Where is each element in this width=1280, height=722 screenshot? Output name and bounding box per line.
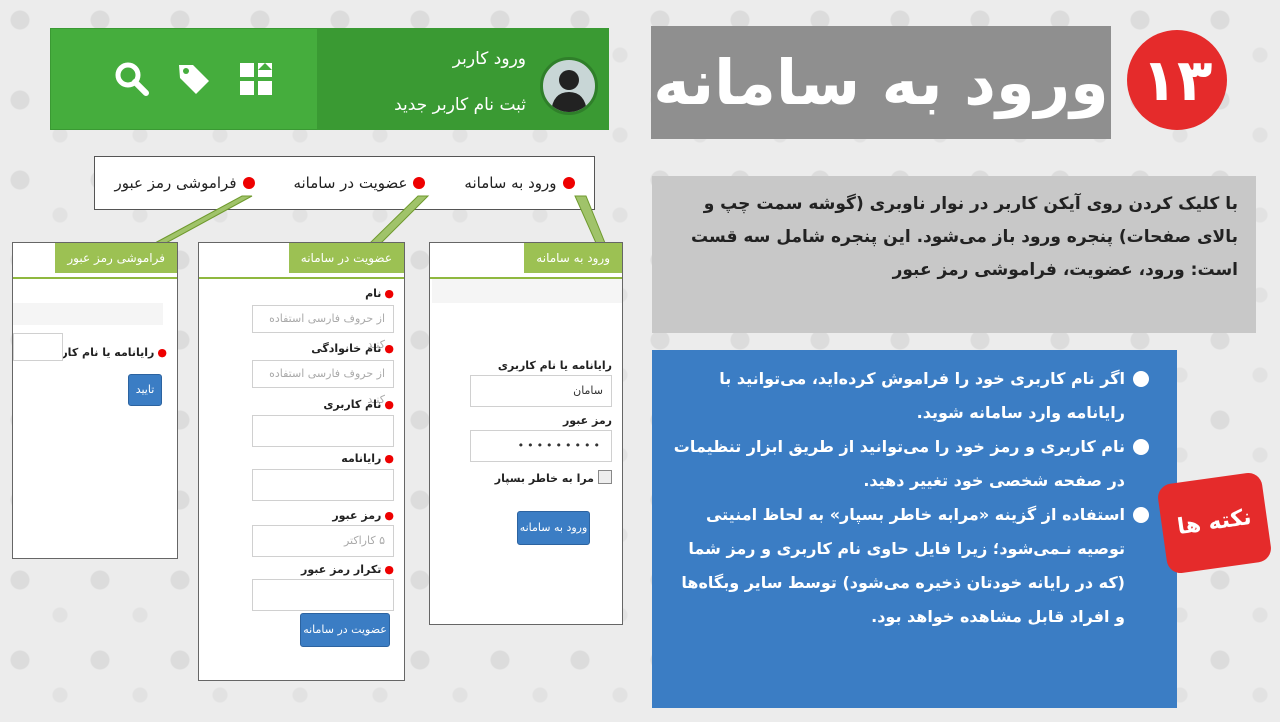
login-password-label: رمز عبور [562, 414, 612, 427]
register-email-label: رایانامه [341, 452, 382, 465]
register-family-label: نام خانوادگی [311, 342, 382, 355]
menu-item-register[interactable]: عضویت در سامانه [293, 174, 426, 192]
remember-checkbox[interactable] [598, 470, 612, 484]
note-item: اگر نام کاربری خود را فراموش کرده‌اید، م… [672, 362, 1149, 430]
login-panel: ورود به سامانه رایانامه یا نام کاربری سا… [429, 242, 623, 625]
user-section: ورود کاربر ثبت نام کاربر جدید [317, 29, 608, 129]
register-password-label: رمز عبور [332, 509, 382, 522]
notes-box: اگر نام کاربری خود را فراموش کرده‌اید، م… [652, 350, 1177, 708]
remember-label: مرا به خاطر بسپار [494, 472, 594, 485]
user-avatar-icon[interactable] [540, 57, 598, 115]
forgot-panel-tab[interactable]: فراموشی رمز عبور [55, 243, 177, 273]
required-icon: ● [384, 509, 394, 522]
register-name-input[interactable]: از حروف فارسی استفاده کنید [252, 305, 394, 351]
navbar-preview: ورود کاربر ثبت نام کاربر جدید [50, 28, 609, 130]
register-password-input[interactable]: ۵ کاراکتر [252, 525, 394, 557]
register-repeat-input[interactable] [252, 579, 394, 611]
login-submit-button[interactable]: ورود به سامانه [517, 511, 590, 545]
notes-tag: نکته ها [1156, 471, 1273, 575]
required-icon: ● [384, 342, 394, 355]
register-submit-button[interactable]: عضویت در سامانه [300, 613, 390, 647]
step-number-badge: ۱۳ [1127, 30, 1227, 130]
note-item: نام کاربری و رمز خود را می‌توانید از طری… [672, 430, 1149, 498]
forgot-password-panel: فراموشی رمز عبور ●رایانامه یا نام کاربری… [12, 242, 178, 559]
bullet-icon [413, 177, 426, 189]
required-icon: ● [384, 287, 394, 300]
login-link[interactable]: ورود کاربر [453, 49, 526, 69]
login-email-input[interactable]: سامان [470, 375, 612, 407]
menu-item-forgot[interactable]: فراموشی رمز عبور [114, 174, 255, 192]
login-email-label: رایانامه یا نام کاربری [497, 359, 612, 372]
grid-icon[interactable] [236, 59, 276, 99]
tag-icon[interactable] [174, 59, 214, 99]
register-panel-tab[interactable]: عضویت در سامانه [288, 243, 404, 273]
login-menu: ورود به سامانه عضویت در سامانه فراموشی ر… [94, 156, 595, 210]
required-icon: ● [384, 398, 394, 411]
required-icon: ● [384, 563, 394, 576]
forgot-submit-button[interactable]: تایید [128, 374, 162, 406]
required-icon: ● [157, 346, 167, 359]
register-username-input[interactable] [252, 415, 394, 447]
menu-item-login[interactable]: ورود به سامانه [464, 174, 575, 192]
register-email-input[interactable] [252, 469, 394, 501]
navbar-icons [51, 29, 317, 129]
register-link[interactable]: ثبت نام کاربر جدید [394, 95, 526, 115]
login-panel-tab[interactable]: ورود به سامانه [524, 243, 622, 273]
login-blank-row [432, 279, 622, 303]
search-icon[interactable] [112, 59, 152, 99]
page-title: ورود به سامانه [651, 26, 1111, 139]
bullet-icon [242, 177, 255, 189]
info-box: با کلیک کردن روی آیکن کاربر در نوار ناوب… [652, 176, 1256, 333]
forgot-email-input[interactable] [13, 333, 63, 361]
register-name-label: نام [365, 287, 382, 300]
forgot-blank-row [13, 303, 163, 325]
register-repeat-label: تکرار رمز عبور [301, 563, 382, 576]
register-panel: عضویت در سامانه ●نام از حروف فارسی استفا… [198, 242, 405, 681]
register-family-input[interactable]: از حروف فارسی استفاده کنید [252, 360, 394, 406]
note-item: استفاده از گزینه «مرابه خاطر بسپار» به ل… [672, 498, 1149, 634]
register-username-label: نام کاربری [323, 398, 382, 411]
required-icon: ● [384, 452, 394, 465]
login-password-input[interactable]: ••••••••• [470, 430, 612, 462]
bullet-icon [562, 177, 575, 189]
